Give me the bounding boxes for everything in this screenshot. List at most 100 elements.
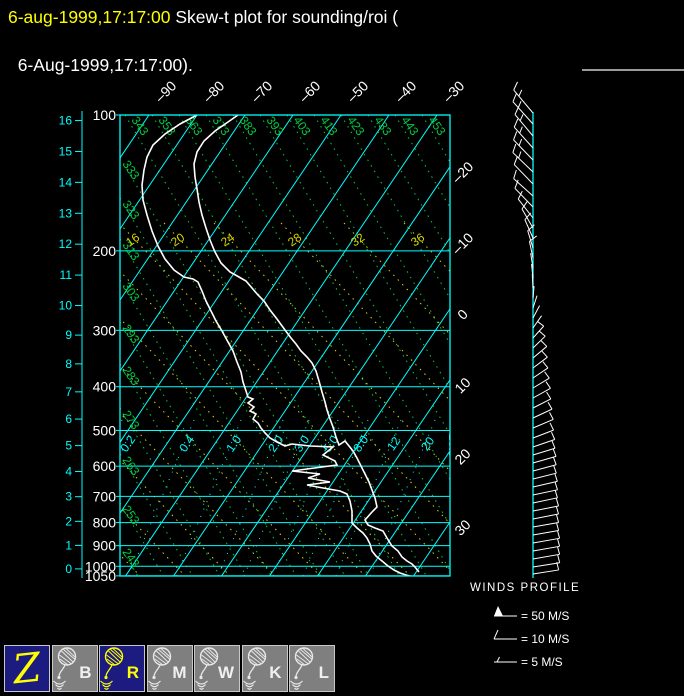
radiosonde-balloon-icon [52,647,76,690]
svg-text:10: 10 [59,299,73,313]
svg-text:= 5 M/S: = 5 M/S [521,655,563,669]
svg-text:400: 400 [93,379,117,395]
svg-text:20: 20 [418,434,437,453]
svg-text:900: 900 [93,538,117,554]
svg-text:1: 1 [65,538,72,552]
radiosonde-balloon-icon [242,647,266,690]
toolbar-button-label: W [217,663,234,682]
svg-text:–10: –10 [449,229,477,257]
radiosonde-balloon-icon [100,647,124,690]
svg-text:100: 100 [93,107,117,123]
svg-text:343: 343 [129,114,152,139]
svg-text:–50: –50 [344,77,372,105]
temperature-trace [193,115,420,573]
svg-text:12: 12 [384,434,403,453]
svg-text:12: 12 [59,237,73,251]
flag-50ms-icon [494,606,503,616]
svg-text:24: 24 [218,230,237,249]
svg-text:253: 253 [120,503,143,528]
toolbar-button-label: L [318,663,329,682]
svg-text:6: 6 [65,412,72,426]
toolbar-button-label: K [269,663,282,682]
svg-text:30: 30 [451,516,473,538]
toolbar-button-label: R [126,663,139,682]
svg-text:393: 393 [264,114,287,139]
radiosonde-balloon-icon [147,647,171,690]
pressure-axis-labels: 10020030040050060070080090010001050 [85,107,120,584]
svg-text:3: 3 [65,490,72,504]
skewt-plot: 343 353 363 373 383 393 403 413 423 433 443 4533333… [59,77,580,669]
svg-text:303: 303 [120,280,143,305]
svg-text:= 10 M/S: = 10 M/S [521,632,569,646]
svg-text:700: 700 [93,488,117,504]
svg-text:7: 7 [65,385,72,399]
toolbar-button-label: B [79,663,92,682]
toolbar-button-W[interactable]: W [194,645,240,692]
svg-text:11: 11 [60,268,73,282]
svg-text:16: 16 [59,114,73,128]
svg-text:= 50 M/S: = 50 M/S [521,609,569,623]
svg-text:1.0: 1.0 [223,433,244,455]
svg-text:403: 403 [291,114,314,139]
svg-text:2: 2 [65,514,72,528]
svg-text:WINDS PROFILE: WINDS PROFILE [470,582,580,594]
barb-10ms-icon [493,629,499,640]
svg-text:13: 13 [59,206,73,220]
z-logo: Z [10,644,44,693]
svg-text:443: 443 [399,114,422,139]
svg-text:5: 5 [65,439,72,453]
svg-text:200: 200 [93,243,117,259]
svg-text:0: 0 [454,306,471,323]
isobars [120,115,450,576]
svg-text:28: 28 [285,230,304,249]
svg-text:–80: –80 [200,77,228,105]
svg-text:413: 413 [318,114,341,139]
right-temperature-labels: –20 –10 0 10 20 30 [449,158,477,538]
radiosonde-balloon-icon [290,647,314,690]
svg-text:353: 353 [156,114,179,139]
svg-text:453: 453 [426,114,449,139]
plot-border [119,114,451,577]
svg-text:0.4: 0.4 [176,433,197,455]
svg-text:15: 15 [59,144,73,158]
wind-profile [512,81,561,578]
svg-text:300: 300 [93,322,117,338]
svg-text:14: 14 [59,175,73,189]
svg-text:800: 800 [93,515,117,531]
toolbar-button-label: M [172,663,187,682]
svg-text:383: 383 [237,114,260,139]
svg-text:10: 10 [451,374,473,396]
svg-text:500: 500 [93,422,117,438]
svg-text:273: 273 [120,408,143,433]
svg-text:1050: 1050 [85,568,116,584]
grid-line-labels: 343 353 363 373 383 393 403 413 423 433 443 4533333… [120,114,450,570]
isotherms [120,115,450,576]
svg-text:8: 8 [65,357,72,371]
skewt-app-window: 6-aug-1999,17:17:00 Skew-t plot for soun… [0,0,684,696]
svg-text:–70: –70 [248,77,276,105]
toolbar-button-Z[interactable]: Z [4,644,50,693]
svg-text:–60: –60 [296,77,324,105]
dewpoint-trace [141,115,414,576]
top-temperature-labels: –90 –80 –70 –60 –50 –40 –30 [152,77,468,105]
svg-text:0: 0 [65,562,72,576]
dry-adiabats [120,115,450,576]
svg-text:4: 4 [65,464,72,478]
height-axis: 012345678910111213141516 [59,111,83,578]
toolbar-button-K[interactable]: K [241,645,288,692]
toolbar-button-R[interactable]: R [99,645,145,692]
toolbar-button-B[interactable]: B [51,645,98,692]
svg-text:20: 20 [451,445,473,467]
toolbar-button-M[interactable]: M [146,645,193,692]
svg-text:32: 32 [348,230,367,249]
svg-text:–30: –30 [440,77,468,105]
svg-text:–90: –90 [152,77,180,105]
toolbar: Z B R M W K L [4,644,337,693]
toolbar-button-L[interactable]: L [289,645,335,692]
svg-text:–20: –20 [449,158,477,186]
svg-text:20: 20 [168,230,187,249]
svg-text:9: 9 [65,328,72,342]
svg-text:263: 263 [120,454,143,479]
svg-text:600: 600 [93,458,117,474]
svg-text:433: 433 [372,114,395,139]
